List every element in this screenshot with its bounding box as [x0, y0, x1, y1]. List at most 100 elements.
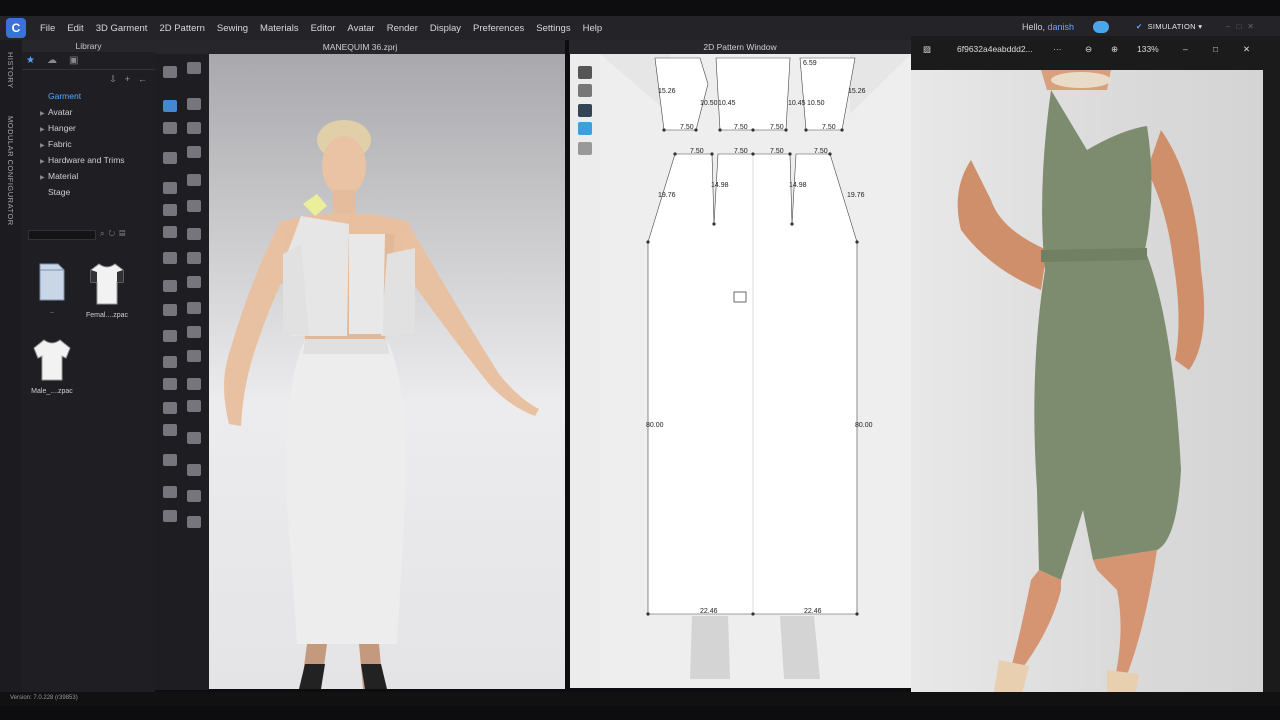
app-logo-icon[interactable]: C	[6, 18, 26, 38]
back-icon[interactable]: ←	[138, 74, 147, 84]
sewing-tool-icon[interactable]	[163, 304, 177, 316]
tree-item-stage[interactable]: Stage	[40, 184, 155, 200]
zoom-out-icon[interactable]: ⊖	[1085, 44, 1092, 55]
menu-materials[interactable]: Materials	[254, 23, 305, 34]
camera-tool-icon[interactable]	[163, 378, 177, 390]
tree-item-avatar[interactable]: ▶ Avatar	[40, 104, 155, 120]
pleat-tool-icon[interactable]	[187, 200, 201, 212]
menu-display[interactable]: Display	[424, 23, 467, 34]
pose-tool-icon[interactable]	[163, 330, 177, 342]
menu-sewing[interactable]: Sewing	[211, 23, 254, 34]
mode-selector[interactable]: ✔ SIMULATION ▾	[1136, 22, 1202, 31]
cloud-icon[interactable]	[1093, 21, 1109, 33]
menu-render[interactable]: Render	[381, 23, 424, 34]
minimize-icon[interactable]: –	[1183, 44, 1188, 54]
transform-tool-icon[interactable]	[163, 100, 177, 112]
view-mode-icon[interactable]: ▤	[119, 229, 129, 238]
measurement-label: 10.45	[788, 100, 806, 107]
close-icon[interactable]: ✕	[1243, 44, 1250, 55]
tree-item-label: Material	[48, 171, 79, 181]
strengthen-tool-icon[interactable]	[163, 424, 177, 436]
viewport-3d[interactable]	[209, 54, 565, 689]
library-file-male[interactable]: Male_....zpac	[22, 338, 82, 395]
favorites-star-icon[interactable]: ★	[26, 55, 35, 66]
download-icon[interactable]: ⇩	[109, 74, 117, 85]
library-search-input[interactable]	[28, 230, 96, 240]
refresh-icon[interactable]: ↻	[108, 229, 119, 238]
menu-editor[interactable]: Editor	[305, 23, 342, 34]
fit-tool-icon[interactable]	[187, 432, 201, 444]
layer-2d-icon[interactable]	[578, 122, 592, 135]
size-tool-icon[interactable]	[163, 454, 177, 466]
line-tool-icon[interactable]	[163, 280, 177, 292]
library-file-folder[interactable]: ..	[22, 262, 82, 315]
topstitch-tool-icon[interactable]	[187, 228, 201, 240]
fold-tool-icon[interactable]	[187, 62, 201, 74]
measurement-label: 80.00	[646, 422, 664, 429]
shadow-tool-icon[interactable]	[187, 378, 201, 390]
zipper-tool-icon[interactable]	[163, 204, 177, 216]
fabric-tool-icon[interactable]	[163, 252, 177, 264]
lock-2d-icon[interactable]	[578, 142, 592, 155]
store-bag-icon[interactable]: ▣	[69, 55, 78, 66]
menu-settings[interactable]: Settings	[530, 23, 576, 34]
maximize-icon[interactable]: □	[1213, 44, 1218, 54]
tree-item-fabric[interactable]: ▶ Fabric	[40, 136, 155, 152]
tree-item-garment[interactable]: Garment	[40, 88, 155, 104]
tree-item-hanger[interactable]: ▶ Hanger	[40, 120, 155, 136]
resize-tool-icon[interactable]	[163, 510, 177, 522]
menu-file[interactable]: File	[34, 23, 61, 34]
history-tab[interactable]: HISTORY	[6, 52, 15, 89]
measure-tool-icon[interactable]	[187, 122, 201, 134]
edit-tool-icon[interactable]	[163, 122, 177, 134]
sync-tool-icon[interactable]	[187, 400, 201, 412]
library-tabs: ★ ☁ ▣	[22, 52, 155, 70]
library-file-female[interactable]: Femal....zpac	[77, 262, 137, 319]
window-controls[interactable]: –□✕	[1226, 22, 1260, 31]
menu-help[interactable]: Help	[577, 23, 609, 34]
grading-tool-icon[interactable]	[187, 464, 201, 476]
pattern-window-title: 2D Pattern Window	[569, 40, 911, 54]
library-toolbar: ⇩ + ←	[22, 70, 155, 88]
tree-item-hardware-and-trims[interactable]: ▶ Hardware and Trims	[40, 152, 155, 168]
menu-2d-pattern[interactable]: 2D Pattern	[153, 23, 210, 34]
pen-tool-icon[interactable]	[578, 66, 592, 79]
pin-tool-icon[interactable]	[187, 98, 201, 110]
puckering-tool-icon[interactable]	[187, 276, 201, 288]
menu-preferences[interactable]: Preferences	[467, 23, 530, 34]
fabric-2d-icon[interactable]	[578, 84, 592, 97]
file-label: Femal....zpac	[85, 312, 128, 319]
light-tool-icon[interactable]	[163, 402, 177, 414]
more-options-button[interactable]: ···	[1053, 44, 1062, 54]
menu-3d-garment[interactable]: 3D Garment	[90, 23, 154, 34]
shrink-tool-icon[interactable]	[187, 326, 201, 338]
measurement-label: 15.26	[848, 88, 866, 95]
cloud-library-icon[interactable]: ☁	[47, 55, 57, 66]
menu-avatar[interactable]: Avatar	[341, 23, 380, 34]
file-label: ..	[50, 308, 54, 315]
flatten-tool-icon[interactable]	[187, 516, 201, 528]
tree-item-material[interactable]: ▶ Material	[40, 168, 155, 184]
hanger-tool-icon[interactable]	[163, 356, 177, 368]
color-tool-icon[interactable]	[163, 486, 177, 498]
garment-tool-icon[interactable]	[163, 152, 177, 164]
measurement-label: 7.50	[734, 124, 748, 131]
info-tool-icon[interactable]	[578, 104, 592, 117]
add-icon[interactable]: +	[125, 74, 130, 84]
modular-configurator-tab[interactable]: MODULAR CONFIGURATOR	[6, 116, 15, 226]
avatar-measure-tool-icon[interactable]	[187, 302, 201, 314]
arrange-tool-icon[interactable]	[163, 182, 177, 194]
username[interactable]: danish	[1048, 22, 1075, 32]
tack-tool-icon[interactable]	[187, 146, 201, 158]
button-tool-icon[interactable]	[187, 174, 201, 186]
texture-tool-icon[interactable]	[187, 252, 201, 264]
pattern-window[interactable]: 6.59 15.26 10.50 10.45 10.45 10.50 15.26…	[600, 54, 911, 688]
tree-item-label: Stage	[48, 187, 71, 197]
menu-edit[interactable]: Edit	[61, 23, 89, 34]
select-tool-icon[interactable]	[163, 66, 177, 78]
avatar-3d	[224, 120, 539, 689]
trim-tool-icon[interactable]	[163, 226, 177, 238]
zoom-in-icon[interactable]: ⊕	[1111, 44, 1118, 55]
render-tool-icon[interactable]	[187, 350, 201, 362]
solid-tool-icon[interactable]	[187, 490, 201, 502]
